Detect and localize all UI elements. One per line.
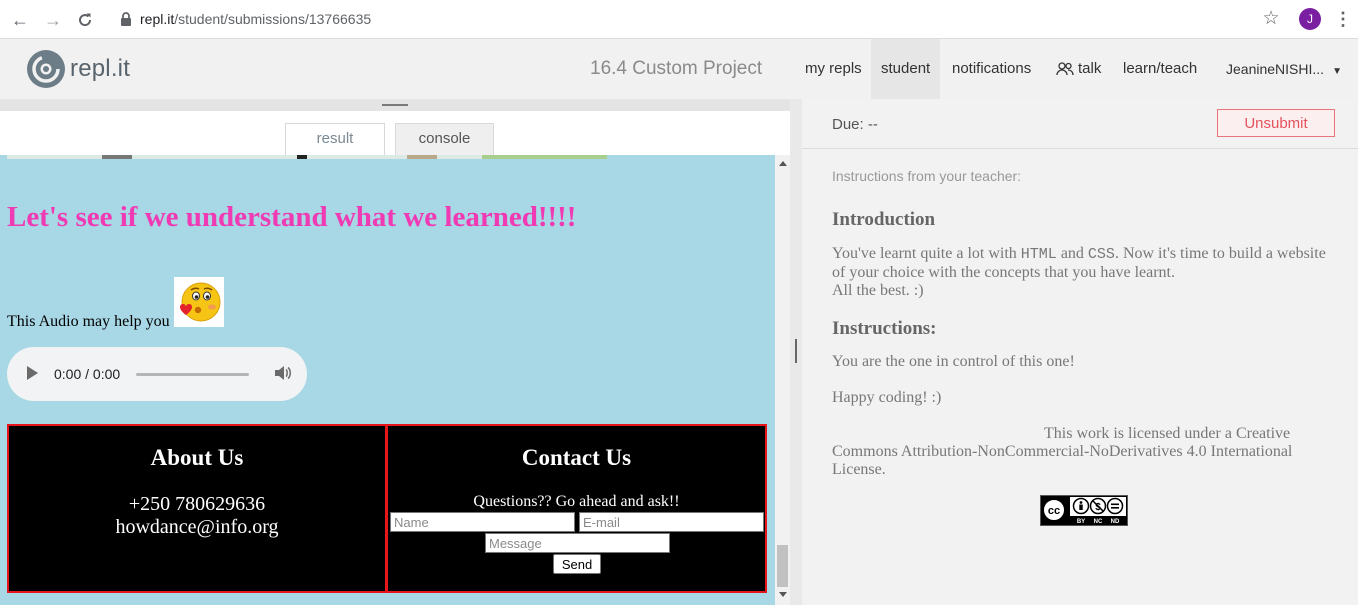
svg-text:ND: ND xyxy=(1111,519,1120,525)
name-input[interactable] xyxy=(390,512,575,532)
replit-logo[interactable]: repl.it xyxy=(26,49,130,89)
introduction-text: You've learnt quite a lot with HTML and … xyxy=(832,245,1326,299)
result-preview: Let's see if we understand what we learn… xyxy=(0,155,775,605)
about-email: howdance@info.org xyxy=(115,516,279,538)
cropped-image xyxy=(7,155,607,159)
play-icon[interactable] xyxy=(27,366,38,380)
about-phone: +250 780629636 xyxy=(128,493,266,515)
nav-talk[interactable]: talk xyxy=(1046,39,1111,99)
volume-icon[interactable] xyxy=(273,364,291,382)
email-input[interactable] xyxy=(579,512,764,532)
divider-grip-icon xyxy=(795,339,797,363)
bookmark-star-icon[interactable]: ☆ xyxy=(1261,8,1281,30)
logo-text: repl.it xyxy=(70,55,131,82)
grip-icon xyxy=(382,104,408,106)
tab-console[interactable]: console xyxy=(395,123,494,155)
browser-menu-icon[interactable]: ⋮ xyxy=(1334,8,1352,30)
pane-divider[interactable] xyxy=(790,99,802,605)
people-icon xyxy=(1056,62,1074,76)
forward-arrow-icon[interactable]: → xyxy=(41,8,65,32)
address-bar[interactable]: repl.it/student/submissions/13766635 xyxy=(108,6,1288,32)
instructions-label: Instructions from your teacher: xyxy=(832,168,1022,184)
due-date: Due: -- xyxy=(832,116,878,133)
output-tabs: result console xyxy=(0,111,790,155)
control-text: You are the one in control of this one! xyxy=(832,353,1075,370)
replit-logo-icon xyxy=(27,50,65,88)
license-text: This work is licensed under a Creative C… xyxy=(832,425,1342,479)
svg-text:NC: NC xyxy=(1094,519,1103,525)
scroll-down-icon[interactable] xyxy=(779,592,787,597)
introduction-heading: Introduction xyxy=(832,209,936,230)
contact-question: Questions?? Go ahead and ask!! xyxy=(473,493,680,510)
svg-text:BY: BY xyxy=(1077,519,1085,525)
message-input[interactable] xyxy=(485,533,670,553)
contact-us-title: Contact Us xyxy=(521,445,632,470)
creative-commons-badge[interactable]: cc $ BY NC ND xyxy=(1040,495,1128,526)
instructions-heading: Instructions: xyxy=(832,318,937,339)
about-us-title: About Us xyxy=(150,445,244,470)
nav-notifications[interactable]: notifications xyxy=(942,39,1041,99)
svg-text:cc: cc xyxy=(1048,505,1060,517)
lock-icon xyxy=(121,12,131,26)
audio-seek-bar[interactable] xyxy=(136,373,249,376)
send-button[interactable]: Send xyxy=(553,554,601,574)
preview-scrollbar[interactable] xyxy=(775,155,790,605)
reload-icon[interactable] xyxy=(73,8,97,32)
audio-caption: This Audio may help you xyxy=(7,313,170,330)
user-menu[interactable]: JeanineNISHI... ▼ xyxy=(1216,39,1352,99)
nav-student[interactable]: student xyxy=(871,39,941,99)
happy-coding-text: Happy coding! :) xyxy=(832,389,942,406)
caret-down-icon: ▼ xyxy=(1332,66,1342,77)
audio-time: 0:00 / 0:00 xyxy=(54,366,121,382)
nav-talk-label: talk xyxy=(1078,60,1102,77)
kissing-emoji-icon xyxy=(174,277,224,327)
tab-result[interactable]: result xyxy=(285,123,385,155)
about-us-box: About Us +250 780629636 howdance@info.or… xyxy=(7,424,387,593)
url-text: repl.it/student/submissions/13766635 xyxy=(140,11,372,27)
browser-toolbar: ← → repl.it/student/submissions/13766635… xyxy=(0,0,1358,39)
nav-my-repls[interactable]: my repls xyxy=(795,39,872,99)
contact-us-box: Contact Us Questions?? Go ahead and ask!… xyxy=(386,424,767,593)
audio-player[interactable]: 0:00 / 0:00 xyxy=(7,347,307,401)
user-name: JeanineNISHI... xyxy=(1226,61,1325,77)
scroll-up-icon[interactable] xyxy=(779,161,787,166)
project-title: 16.4 Custom Project xyxy=(590,58,763,79)
pane-resize-handle[interactable] xyxy=(0,99,790,111)
page-heading: Let's see if we understand what we learn… xyxy=(7,201,577,233)
nav-learn-teach[interactable]: learn/teach xyxy=(1113,39,1207,99)
site-header: repl.it 16.4 Custom Project my repls stu… xyxy=(0,39,1358,99)
license-link[interactable]: This work is licensed under a Creative C… xyxy=(832,425,1292,478)
instructions-pane: Due: -- Unsubmit Instructions from your … xyxy=(802,99,1358,605)
unsubmit-button[interactable]: Unsubmit xyxy=(1217,109,1335,137)
profile-avatar[interactable]: J xyxy=(1299,8,1321,30)
scroll-thumb[interactable] xyxy=(777,545,788,587)
output-pane: result console Let's see if we understan… xyxy=(0,99,790,605)
due-bar: Due: -- Unsubmit xyxy=(802,99,1358,149)
back-arrow-icon[interactable]: ← xyxy=(8,8,32,32)
